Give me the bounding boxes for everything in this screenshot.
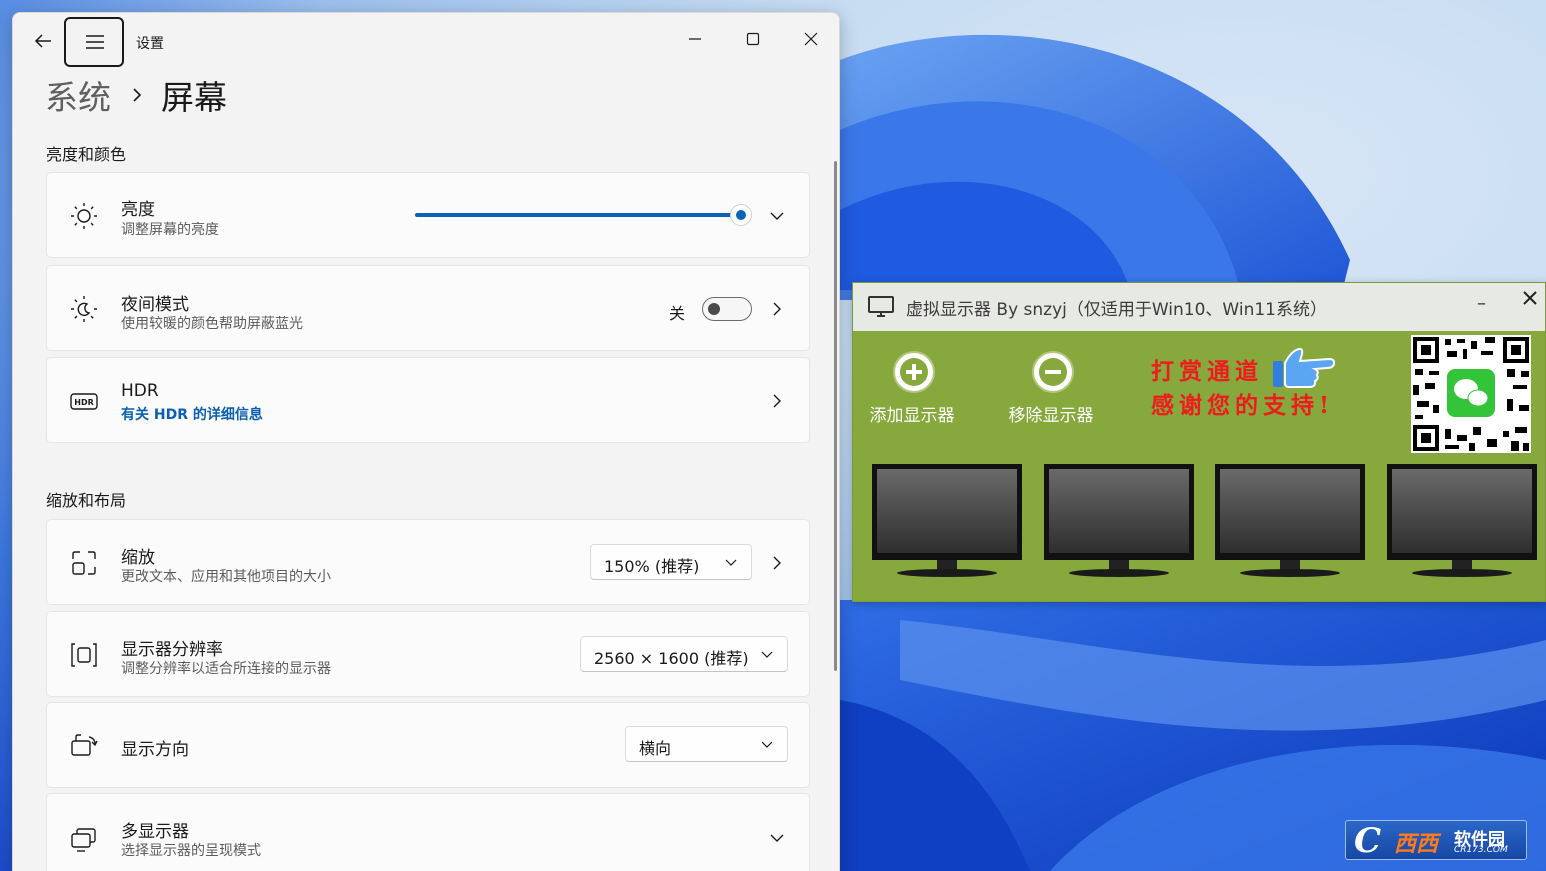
section-scale-layout: 缩放和布局 (46, 491, 127, 510)
orientation-dropdown[interactable]: 横向 (625, 726, 788, 762)
resolution-description: 调整分辨率以适合所连接的显示器 (121, 661, 331, 677)
multiple-displays-label: 多显示器 (121, 822, 189, 842)
multiple-displays-icon (71, 828, 96, 852)
orientation-card[interactable]: 显示方向 横向 (46, 702, 810, 788)
night-light-toggle[interactable] (702, 297, 752, 321)
brightness-slider-track[interactable] (415, 213, 733, 217)
night-light-description: 使用较暖的颜色帮助屏蔽蓝光 (121, 316, 303, 332)
breadcrumb: 系统 屏幕 (45, 71, 227, 119)
orientation-value: 横向 (639, 739, 672, 758)
monitor-image (1044, 464, 1194, 577)
monitor-image (1387, 464, 1537, 577)
minimize-button[interactable] (672, 21, 718, 57)
remove-display-label: 移除显示器 (1008, 406, 1094, 426)
add-display-label: 添加显示器 (869, 406, 955, 426)
hdr-card[interactable]: HDR HDR 有关 HDR 的详细信息 (46, 357, 810, 443)
minus-icon (1032, 351, 1074, 393)
virtual-monitor-2 (1043, 463, 1195, 583)
maximize-button[interactable] (730, 21, 776, 57)
plus-icon (893, 351, 935, 393)
scale-description: 更改文本、应用和其他项目的大小 (121, 569, 331, 585)
scale-dropdown[interactable]: 150% (推荐) (590, 544, 752, 580)
section-brightness-color: 亮度和颜色 (46, 145, 127, 164)
resolution-dropdown[interactable]: 2560 × 1600 (推荐) (580, 636, 788, 672)
night-light-label: 夜间模式 (121, 295, 189, 315)
resolution-label: 显示器分辨率 (121, 640, 223, 660)
chevron-down-icon (761, 741, 773, 748)
monitor-image (872, 464, 1022, 577)
chevron-right-icon[interactable] (769, 301, 785, 317)
vd-minimize-button[interactable]: – (1477, 293, 1486, 314)
night-light-card[interactable]: 夜间模式 使用较暖的颜色帮助屏蔽蓝光 关 (46, 265, 810, 351)
svg-text:HDR: HDR (74, 398, 94, 407)
maximize-icon (746, 32, 760, 46)
orientation-label: 显示方向 (121, 740, 189, 760)
virtual-monitor-3 (1214, 463, 1366, 583)
scale-value: 150% (推荐) (604, 557, 700, 576)
arrow-left-icon (34, 34, 51, 48)
hdr-label: HDR (121, 381, 159, 401)
multiple-displays-card[interactable]: 多显示器 选择显示器的呈现模式 (46, 793, 810, 871)
night-light-state-label: 关 (669, 304, 686, 323)
add-display-button[interactable]: 添加显示器 (857, 349, 967, 429)
vd-close-icon[interactable] (1521, 289, 1539, 307)
scrollbar[interactable] (834, 161, 837, 671)
remove-display-button[interactable]: 移除显示器 (996, 349, 1106, 429)
virtual-monitor-4 (1386, 463, 1538, 583)
scale-card[interactable]: 缩放 更改文本、应用和其他项目的大小 150% (推荐) (46, 519, 810, 605)
chevron-down-icon (725, 559, 737, 566)
watermark-letter: C (1354, 821, 1382, 861)
site-watermark: C 西西 软件园 CR173.COM (1345, 820, 1527, 861)
chevron-down-icon[interactable] (769, 208, 785, 224)
chevron-right-icon[interactable] (769, 555, 785, 571)
close-button[interactable] (788, 21, 834, 57)
app-title: 设置 (136, 36, 164, 52)
breadcrumb-system[interactable]: 系统 (45, 71, 111, 119)
brightness-card[interactable]: 亮度 调整屏幕的亮度 (46, 172, 810, 258)
chevron-right-icon[interactable] (769, 393, 785, 409)
chevron-down-icon (761, 651, 773, 658)
hdr-info-link[interactable]: 有关 HDR 的详细信息 (121, 404, 263, 424)
brightness-description: 调整屏幕的亮度 (121, 222, 219, 238)
resolution-card[interactable]: 显示器分辨率 调整分辨率以适合所连接的显示器 2560 × 1600 (推荐) (46, 611, 810, 697)
watermark-main: 西西 (1394, 832, 1439, 857)
hamburger-icon (86, 35, 104, 49)
vd-title: 虚拟显示器 By snzyj（仅适用于Win10、Win11系统） (906, 300, 1327, 320)
brightness-label: 亮度 (121, 200, 155, 220)
scale-label: 缩放 (121, 548, 155, 568)
chevron-right-icon (133, 88, 142, 102)
virtual-monitor-1 (871, 463, 1023, 583)
title-bar: 设置 (13, 13, 839, 73)
vd-title-bar: 虚拟显示器 By snzyj（仅适用于Win10、Win11系统） – (853, 283, 1545, 331)
resolution-icon (71, 643, 97, 667)
hdr-icon: HDR (70, 393, 98, 410)
navigation-menu-button[interactable] (64, 17, 124, 67)
chevron-down-icon[interactable] (769, 830, 785, 846)
night-light-icon (71, 296, 97, 322)
brightness-slider-thumb[interactable] (730, 204, 752, 226)
orientation-icon (71, 734, 98, 756)
watermark-url: CR173.COM (1454, 845, 1508, 855)
close-icon (804, 32, 818, 46)
sun-icon (71, 203, 97, 229)
multiple-displays-description: 选择显示器的呈现模式 (121, 843, 261, 859)
monitor-icon (868, 296, 894, 317)
minimize-icon (689, 38, 701, 40)
toggle-knob (708, 303, 720, 315)
page-title: 屏幕 (161, 78, 227, 117)
virtual-display-window: 虚拟显示器 By snzyj（仅适用于Win10、Win11系统） – 添加显示… (852, 282, 1546, 602)
donate-line-2: 感谢您的支持! (1151, 392, 1335, 419)
scale-icon (72, 551, 96, 575)
settings-window: 设置 系统 屏幕 亮度和颜色 亮度 调整屏幕的亮度 夜间模式 使用较暖的颜色帮助… (12, 12, 840, 871)
back-button[interactable] (31, 29, 55, 53)
monitor-image (1215, 464, 1365, 577)
qr-code (1411, 335, 1531, 453)
resolution-value: 2560 × 1600 (推荐) (594, 649, 749, 668)
pointing-hand-icon (1273, 347, 1336, 388)
